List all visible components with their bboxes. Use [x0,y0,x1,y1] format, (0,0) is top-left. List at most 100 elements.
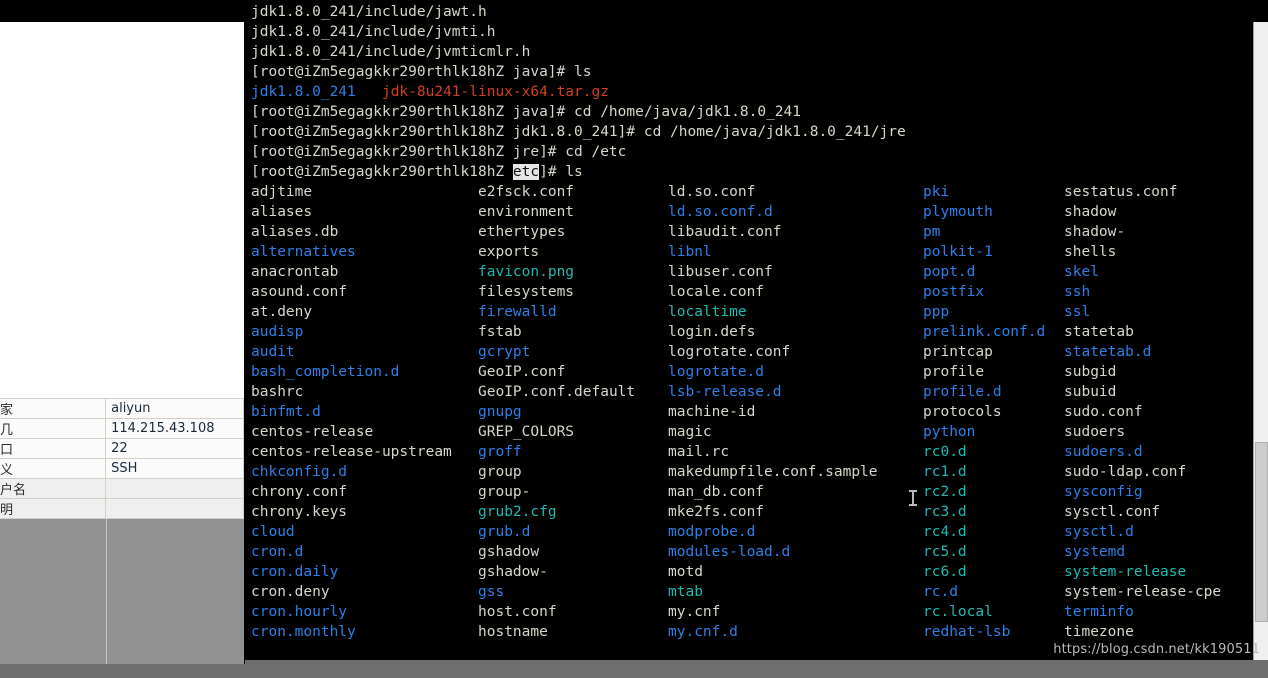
ls-output-row: asound.conf filesystems locale.conf postfix… [251,282,1253,302]
ls-entry: cron.hourly [251,604,348,620]
window-bottom-strip [245,660,1268,678]
ls-entry: cron.d [251,544,304,560]
ls-entry: libnl [668,244,712,260]
ls-entry: profile.d [923,384,1002,400]
ls-entry: rc2.d [923,484,967,500]
ls-entry: environment [478,204,575,220]
ls-entry: protocols [923,404,1002,420]
property-value[interactable] [105,478,244,499]
ls-entry: subgid [1064,364,1117,380]
ls-entry: terminfo [1064,604,1134,620]
ls-entry: cloud [251,524,295,540]
ls-entry: gshadow- [478,564,548,580]
ls-entry: subuid [1064,384,1117,400]
shell-command: cd /home/java/jdk1.8.0_241/jre [643,124,906,140]
ls-entry: rc6.d [923,564,967,580]
table-row[interactable]: 明 [0,498,244,519]
ls-output-row: cron.hourly host.conf my.cnf rc.local termin… [251,602,1253,622]
ls-entry: machine-id [668,404,756,420]
ls-entry: mtab [668,584,703,600]
ls-entry: adjtime [251,184,313,200]
terminal-command-line: [root@iZm5egagkkr290rthlk18hZ etc]# ls [251,162,1253,182]
ls-entry: logrotate.d [668,364,765,380]
shell-prompt: [root@iZm5egagkkr290rthlk18hZ java]# [251,104,575,120]
ls-output-row: anacrontab favicon.png libuser.conf popt.d s… [251,262,1253,282]
ls-output-row: audit gcrypt logrotate.conf printcap stateta… [251,342,1253,362]
property-value[interactable] [105,498,244,519]
ls-entry: pki [923,184,950,200]
ls-entry: ethertypes [478,224,566,240]
ls-entry: grub2.cfg [478,504,557,520]
ls-entry: libaudit.conf [668,224,782,240]
ls-entry: grub.d [478,524,531,540]
property-value[interactable]: SSH [105,458,244,479]
ls-entry: sudo.conf [1064,404,1143,420]
ls-entry: firewalld [478,304,557,320]
ls-output-row: centos-release GREP_COLORS magic python sudo… [251,422,1253,442]
property-key: 家 [0,398,107,419]
shell-command: cd /home/java/jdk1.8.0_241 [574,104,801,120]
ls-entry: aliases [251,204,313,220]
terminal-scrollbar[interactable] [1253,22,1268,662]
ls-entry: rc0.d [923,444,967,460]
ls-entry: groff [478,444,522,460]
table-row[interactable]: 口 22 [0,438,244,459]
ls-entry: sysconfig [1064,484,1143,500]
scrollbar-thumb[interactable] [1255,442,1268,622]
ls-output-row: adjtime e2fsck.conf ld.so.conf pki sestatus.… [251,182,1253,202]
ls-output-row: chrony.conf group-man_db.conf rc2.d sysconf… [251,482,1253,502]
ls-entry: filesystems [478,284,575,300]
ls-entry: statetab [1064,324,1134,340]
table-row[interactable]: 几 114.215.43.108 [0,418,244,439]
session-properties-panel: 家 aliyun 几 114.215.43.108 口 22 义 SSH 户名明 [0,22,245,678]
table-row[interactable]: 家 aliyun [0,398,244,419]
ls-entry: gcrypt [478,344,531,360]
table-row[interactable]: 义 SSH [0,458,244,479]
ls-entry: makedumpfile.conf.sample [668,464,878,480]
ls-entry: e2fsck.conf [478,184,575,200]
terminal-line: jdk1.8.0_241 jdk-8u241-linux-x64.tar.gz [251,82,1253,102]
shell-prompt: [root@iZm5egagkkr290rthlk18hZ java]# [251,64,575,80]
ls-entry: group [478,464,522,480]
terminal-line: jdk1.8.0_241/include/jvmticmlr.h [251,42,1253,62]
ls-entry: jdk-8u241-linux-x64.tar.gz [381,84,609,100]
ls-output-row: aliases environment ld.so.conf.d plymouth sh… [251,202,1253,222]
shell-prompt: [root@iZm5egagkkr290rthlk18hZ jdk1.8.0_2… [251,124,644,140]
extracted-file-path: jdk1.8.0_241/include/jvmti.h [251,24,496,40]
left-panel-bottom-bar [0,664,245,678]
property-value[interactable]: 22 [105,438,244,459]
ls-entry: ppp [923,304,950,320]
terminal-line: jdk1.8.0_241/include/jvmti.h [251,22,1253,42]
shell-command: ls [565,164,583,180]
ls-entry: my.cnf [668,604,721,620]
ls-entry: exports [478,244,540,260]
terminal-command-line: [root@iZm5egagkkr290rthlk18hZ jdk1.8.0_2… [251,122,1253,142]
ls-entry: jdk1.8.0_241 [251,84,356,100]
ls-entry: at.deny [251,304,313,320]
shell-prompt: [root@iZm5egagkkr290rthlk18hZ jre]# [251,144,566,160]
ls-entry: polkit-1 [923,244,993,260]
terminal-output[interactable]: jdk1.8.0_241/include/jawt.h jdk1.8.0_241/… [245,0,1253,660]
ls-entry: localtime [668,304,747,320]
ls-entry: sudoers [1064,424,1126,440]
property-key: 义 [0,458,107,479]
property-key: 明 [0,498,107,519]
extracted-file-path: jdk1.8.0_241/include/jvmticmlr.h [251,44,531,60]
property-value[interactable]: aliyun [105,398,244,419]
shell-command: ls [574,64,592,80]
ls-entry: bashrc [251,384,304,400]
ls-output-row: cron.deny gss mtab rc.d system-release-cpe [251,582,1253,602]
ls-entry: bash_completion.d [251,364,400,380]
property-value[interactable]: 114.215.43.108 [105,418,244,439]
table-row[interactable]: 户名 [0,478,244,499]
ls-entry: group- [478,484,531,500]
ls-entry: mke2fs.conf [668,504,765,520]
ls-entry: logrotate.conf [668,344,791,360]
ls-entry: rc5.d [923,544,967,560]
ls-entry: audit [251,344,295,360]
ls-entry: modprobe.d [668,524,756,540]
ls-entry: host.conf [478,604,557,620]
ls-output-row: bashrc GeoIP.conf.default lsb-release.d pro… [251,382,1253,402]
ls-entry: shells [1064,244,1117,260]
ls-entry: mail.rc [668,444,730,460]
